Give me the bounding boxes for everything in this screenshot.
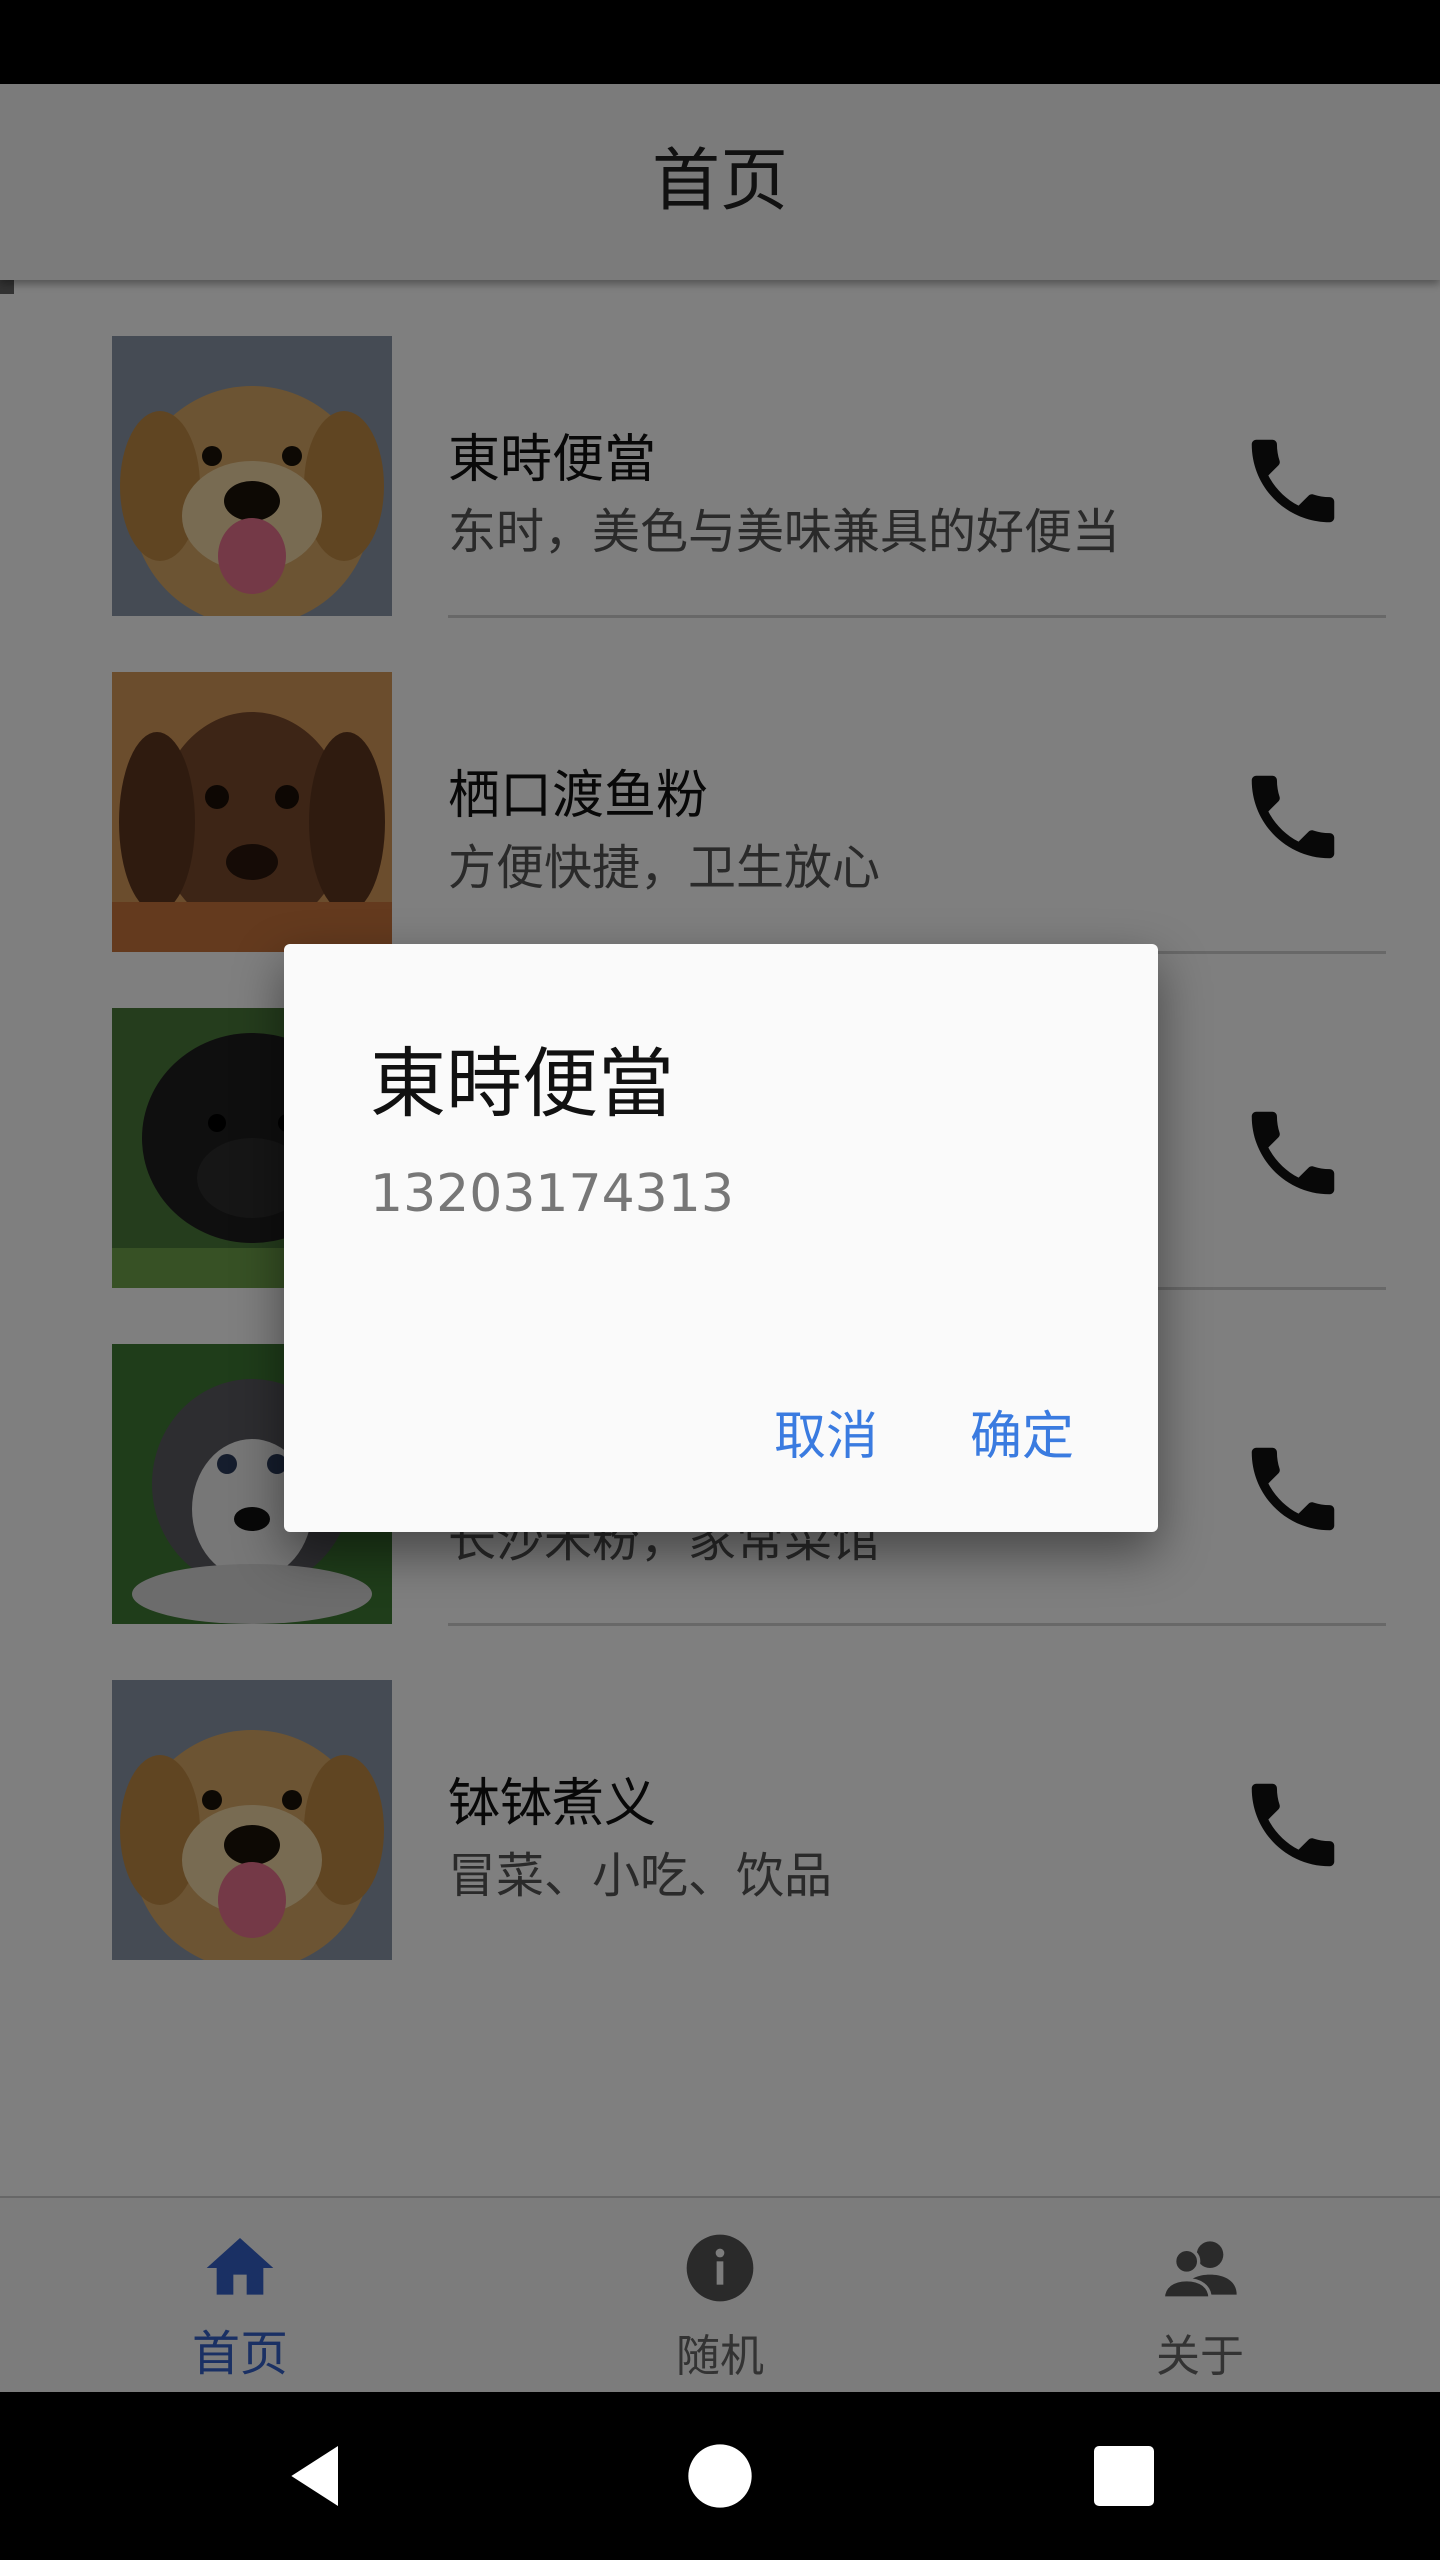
home-circle-icon[interactable] bbox=[680, 2436, 760, 2516]
system-navigation-bar bbox=[0, 2392, 1440, 2560]
app-content: 首页 東 bbox=[0, 84, 1440, 2392]
recents-icon[interactable] bbox=[1084, 2436, 1164, 2516]
phone-screen: 首页 東 bbox=[0, 0, 1440, 2560]
dialog-title: 東時便當 bbox=[370, 1039, 674, 1128]
status-bar bbox=[0, 0, 1440, 84]
call-confirm-dialog: 東時便當 13203174313 取消 确定 bbox=[284, 944, 1158, 1532]
confirm-button[interactable]: 确定 bbox=[970, 1394, 1074, 1469]
dialog-phone-number: 13203174313 bbox=[370, 1164, 734, 1224]
cancel-button[interactable]: 取消 bbox=[774, 1394, 878, 1469]
back-icon[interactable] bbox=[278, 2436, 358, 2516]
